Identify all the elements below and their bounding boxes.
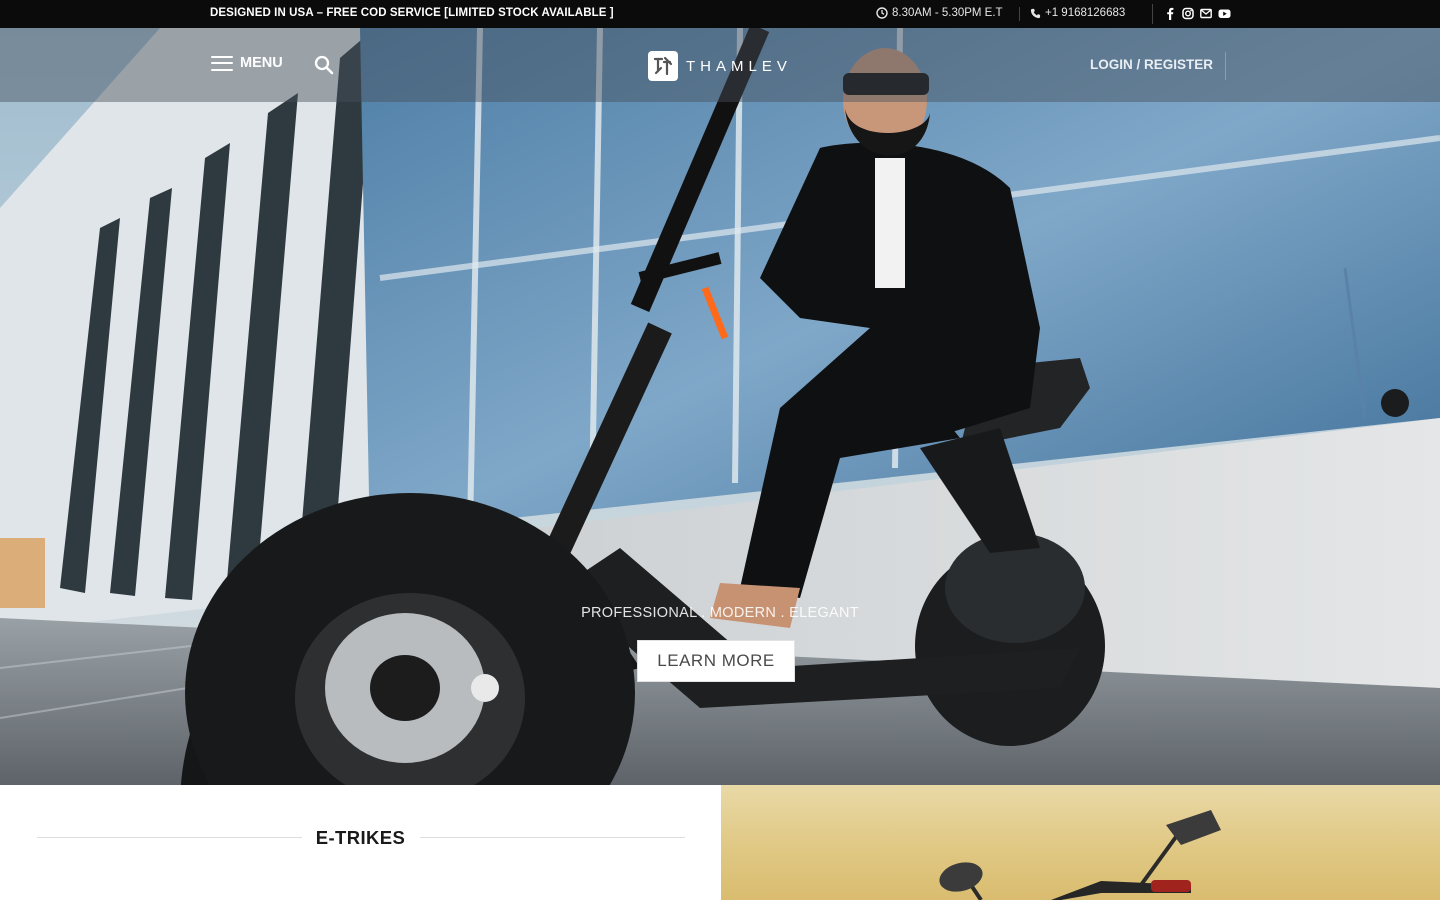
logo-text: THAMLEV [686, 57, 792, 75]
business-hours: 8.30AM - 5.30PM E.T [876, 7, 1003, 19]
section-title: E-TRIKES [315, 827, 406, 848]
top-info-bar: DESIGNED IN USA – FREE COD SERVICE [LIMI… [0, 0, 1440, 28]
email-icon[interactable] [1200, 7, 1212, 20]
promo-text: DESIGNED IN USA – FREE COD SERVICE [LIMI… [210, 7, 614, 19]
motorcycle-mirrors-image [939, 810, 1221, 900]
menu-button[interactable]: MENU [211, 55, 283, 71]
logo-mark-icon [648, 51, 678, 81]
hero-tagline: PROFESSIONAL . MODERN . ELEGANT [581, 605, 859, 621]
phone-icon [1030, 8, 1041, 18]
divider [1019, 7, 1020, 21]
menu-label: MENU [240, 55, 283, 71]
divider [1225, 52, 1226, 80]
phone-number: +1 9168126683 [1045, 7, 1126, 19]
search-icon [314, 55, 334, 75]
youtube-icon[interactable] [1218, 7, 1231, 20]
promo-image[interactable] [721, 785, 1440, 900]
login-register-link[interactable]: LOGIN / REGISTER [1090, 57, 1213, 72]
hours-text: 8.30AM - 5.30PM E.T [892, 7, 1003, 19]
learn-more-button[interactable]: LEARN MORE [637, 640, 795, 682]
instagram-icon[interactable] [1182, 7, 1194, 20]
hamburger-icon [211, 55, 233, 71]
phone-link[interactable]: +1 9168126683 [1030, 7, 1125, 19]
title-rule-right [420, 837, 685, 838]
etrikes-section: E-TRIKES [0, 785, 721, 900]
search-button[interactable] [314, 55, 334, 75]
clock-icon [876, 7, 888, 19]
site-logo[interactable]: THAMLEV [648, 51, 792, 81]
social-links [1164, 7, 1231, 21]
facebook-icon[interactable] [1164, 7, 1176, 21]
divider [1152, 4, 1153, 24]
